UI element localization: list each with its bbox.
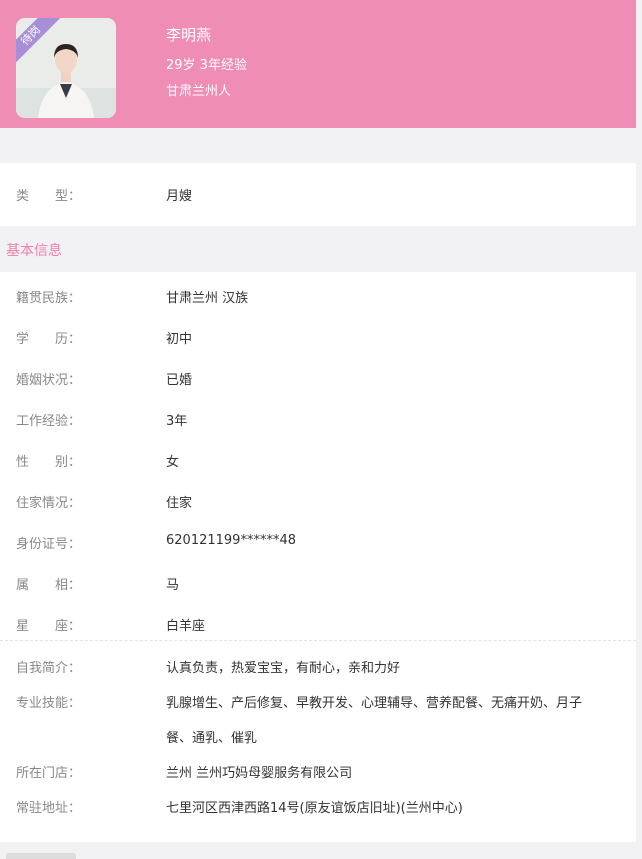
profile-header: 待岗 李明燕 29岁 3年经验 甘肃兰州人	[0, 0, 636, 128]
next-section-stub	[6, 853, 76, 859]
right-edge	[636, 0, 642, 859]
detail-value: 兰州 兰州巧妈母婴服务有限公司	[166, 766, 353, 781]
info-value: 3年	[166, 414, 188, 429]
info-label: 性 别：	[16, 455, 82, 470]
avatar[interactable]: 待岗	[16, 18, 116, 118]
detail-label: 专业技能：	[16, 696, 82, 711]
info-value: 住家	[166, 496, 193, 511]
info-label: 属 相：	[16, 578, 82, 593]
info-label: 身份证号：	[16, 537, 82, 552]
info-label: 星 座：	[16, 619, 82, 634]
detail-value: 七里河区西津西路14号(原友谊饭店旧址)(兰州中心)	[166, 801, 463, 816]
info-value: 620121199******48	[166, 533, 296, 548]
info-label: 籍贯民族：	[16, 291, 82, 306]
info-label: 婚姻状况：	[16, 373, 82, 388]
info-value: 白羊座	[166, 619, 206, 634]
info-value: 马	[166, 578, 180, 593]
age-experience: 29岁 3年经验	[166, 58, 247, 73]
info-label: 工作经验：	[16, 414, 82, 429]
detail-value: 认真负责，热爱宝宝，有耐心，亲和力好	[166, 661, 401, 676]
detail-value: 餐、通乳、催乳	[166, 731, 258, 746]
detail-value: 乳腺增生、产后修复、早教开发、心理辅导、营养配餐、无痛开奶、月子	[166, 696, 583, 711]
hometown: 甘肃兰州人	[166, 84, 232, 99]
divider	[0, 640, 636, 641]
detail-label: 所在门店：	[16, 766, 82, 781]
basic-info-card: 籍贯民族： 甘肃兰州 汉族 学 历： 初中 婚姻状况： 已婚 工作经验： 3年 …	[0, 272, 636, 842]
info-value: 女	[166, 455, 180, 470]
basic-info-title: 基本信息	[6, 243, 62, 259]
type-card: 类 型： 月嫂	[0, 163, 636, 226]
info-value: 已婚	[166, 373, 193, 388]
type-label: 类 型：	[16, 189, 82, 204]
type-value: 月嫂	[166, 189, 193, 204]
info-label: 住家情况：	[16, 496, 82, 511]
info-value: 初中	[166, 332, 193, 347]
detail-label: 自我简介：	[16, 661, 82, 676]
info-label: 学 历：	[16, 332, 82, 347]
detail-label: 常驻地址：	[16, 801, 82, 816]
caregiver-name: 李明燕	[166, 26, 212, 44]
info-value: 甘肃兰州 汉族	[166, 291, 249, 306]
